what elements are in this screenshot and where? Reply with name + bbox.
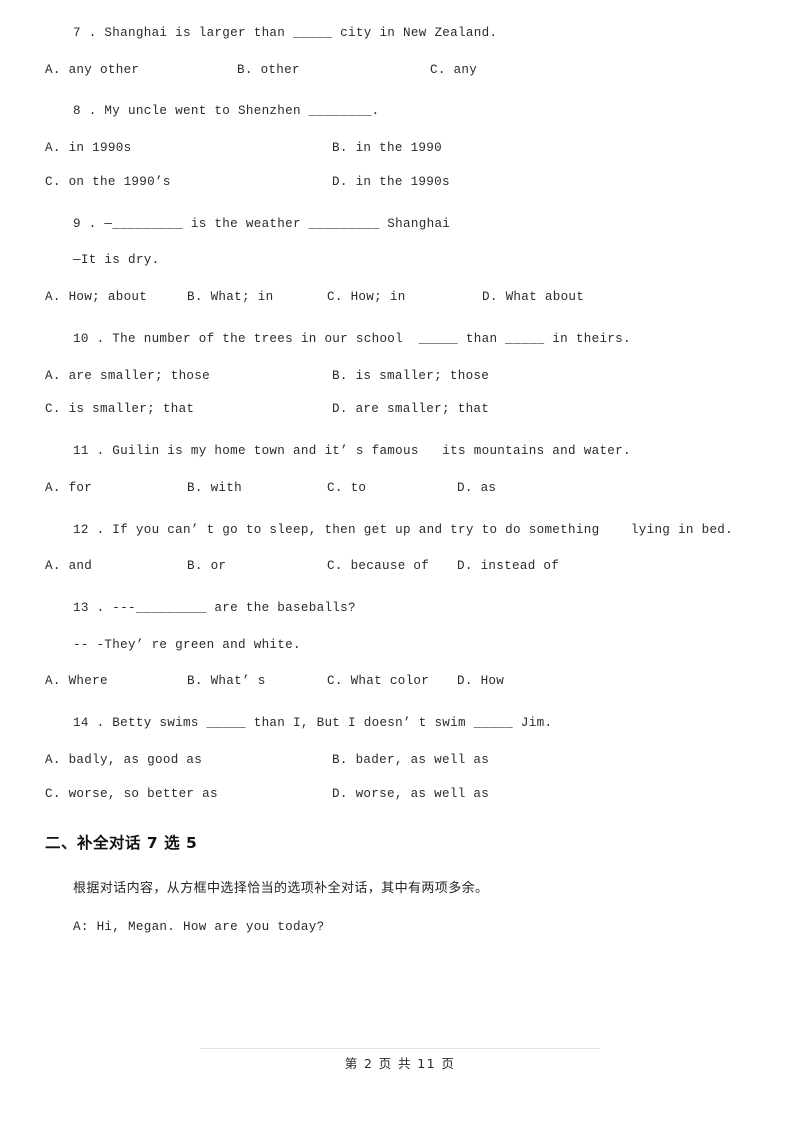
option-10-a[interactable]: A. are smaller; those xyxy=(45,369,332,385)
options-row-10-first: A. are smaller; those B. is smaller; tho… xyxy=(45,369,755,385)
options-row-8-second: C. on the 1990’s D. in the 1990s xyxy=(45,175,755,191)
option-7-c[interactable]: C. any xyxy=(430,63,477,79)
option-9-a[interactable]: A. How; about xyxy=(45,290,187,306)
question-stem-13-answer: -- -They’ re green and white. xyxy=(73,637,301,652)
option-10-b[interactable]: B. is smaller; those xyxy=(332,369,489,385)
options-row-8-first: A. in 1990s B. in the 1990 xyxy=(45,141,755,157)
option-13-c[interactable]: C. What color xyxy=(327,674,457,690)
top-spacer xyxy=(45,0,755,26)
footer-divider xyxy=(200,1048,600,1049)
option-8-a[interactable]: A. in 1990s xyxy=(45,141,332,157)
options-row-14-second: C. worse, so better as D. worse, as well… xyxy=(45,787,755,803)
option-13-a[interactable]: A. Where xyxy=(45,674,187,690)
page-number-label: 第 2 页 共 11 页 xyxy=(344,1056,456,1071)
option-12-c[interactable]: C. because of xyxy=(327,559,457,575)
option-8-b[interactable]: B. in the 1990 xyxy=(332,141,442,157)
option-11-b[interactable]: B. with xyxy=(187,481,327,497)
option-8-d[interactable]: D. in the 1990s xyxy=(332,175,450,191)
page-footer: 第 2 页 共 11 页 xyxy=(0,1048,800,1072)
question-stem-13: 13 . ---_________ are the baseballs? xyxy=(73,601,356,616)
exam-page: 7 . Shanghai is larger than _____ city i… xyxy=(0,0,800,1132)
option-14-c[interactable]: C. worse, so better as xyxy=(45,787,332,803)
options-row-9: A. How; about B. What; in C. How; in D. … xyxy=(45,290,755,306)
option-11-a[interactable]: A. for xyxy=(45,481,187,497)
section-heading-two: 二、补全对话 7 选 5 xyxy=(45,834,198,853)
option-8-c[interactable]: C. on the 1990’s xyxy=(45,175,332,191)
question-stem-7: 7 . Shanghai is larger than _____ city i… xyxy=(73,26,498,40)
option-10-d[interactable]: D. are smaller; that xyxy=(332,402,489,418)
question-stem-14: 14 . Betty swims _____ than I, But I doe… xyxy=(73,716,553,731)
question-stem-9: 9 . —_________ is the weather _________ … xyxy=(73,216,451,231)
section-two-instruction: 根据对话内容，从方框中选择恰当的选项补全对话，其中有两项多余。 xyxy=(73,880,489,896)
options-row-11: A. for B. with C. to D. as xyxy=(45,481,755,497)
options-row-10-second: C. is smaller; that D. are smaller; that xyxy=(45,402,755,418)
option-9-d[interactable]: D. What about xyxy=(482,290,584,306)
option-9-c[interactable]: C. How; in xyxy=(327,290,482,306)
option-9-b[interactable]: B. What; in xyxy=(187,290,327,306)
option-7-a[interactable]: A. any other xyxy=(45,63,237,79)
option-14-a[interactable]: A. badly, as good as xyxy=(45,753,332,769)
option-7-b[interactable]: B. other xyxy=(237,63,430,79)
options-row-7: A. any other B. other C. any xyxy=(45,63,755,79)
question-stem-12: 12 . If you can’ t go to sleep, then get… xyxy=(73,522,734,537)
question-stem-11: 11 . Guilin is my home town and it’ s fa… xyxy=(73,444,631,459)
option-11-d[interactable]: D. as xyxy=(457,481,496,497)
option-14-d[interactable]: D. worse, as well as xyxy=(332,787,489,803)
options-row-13: A. Where B. What’ s C. What color D. How xyxy=(45,674,755,690)
option-12-a[interactable]: A. and xyxy=(45,559,187,575)
question-stem-8: 8 . My uncle went to Shenzhen ________. xyxy=(73,104,380,119)
option-12-b[interactable]: B. or xyxy=(187,559,327,575)
options-row-12: A. and B. or C. because of D. instead of xyxy=(45,559,755,575)
option-10-c[interactable]: C. is smaller; that xyxy=(45,402,332,418)
question-stem-10: 10 . The number of the trees in our scho… xyxy=(73,331,631,346)
option-12-d[interactable]: D. instead of xyxy=(457,559,559,575)
option-13-b[interactable]: B. What’ s xyxy=(187,674,327,690)
question-stem-9-answer: —It is dry. xyxy=(73,253,160,268)
option-11-c[interactable]: C. to xyxy=(327,481,457,497)
options-row-14-first: A. badly, as good as B. bader, as well a… xyxy=(45,753,755,769)
dialog-line-1: A: Hi, Megan. How are you today? xyxy=(73,919,325,934)
option-13-d[interactable]: D. How xyxy=(457,674,504,690)
option-14-b[interactable]: B. bader, as well as xyxy=(332,753,489,769)
